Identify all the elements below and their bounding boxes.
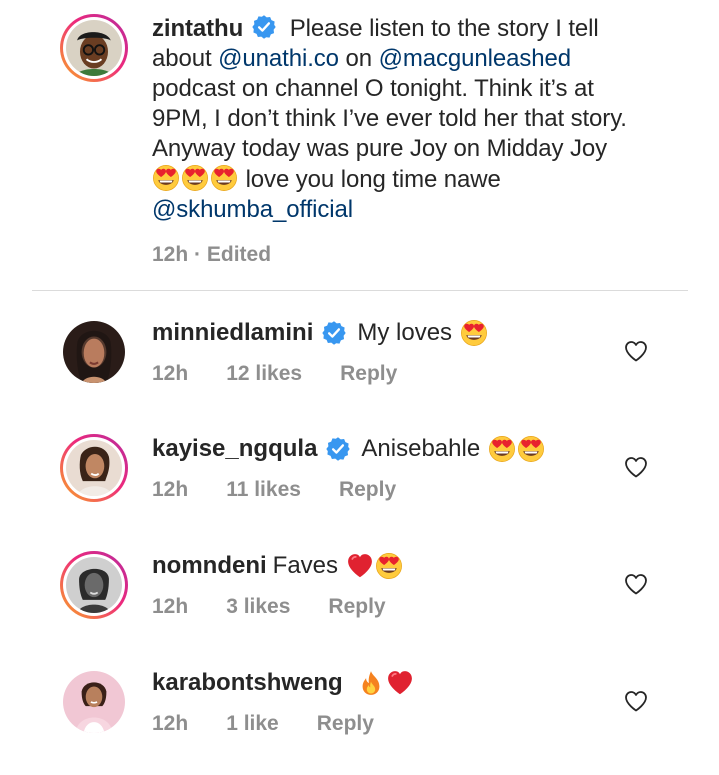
avatar-minniedlamini[interactable] [63, 321, 125, 383]
comment-line: kayise_ngqula Anisebahle [152, 434, 700, 464]
red-heart-emoji-icon [386, 669, 414, 697]
comment-actions: 12h 11 likes Reply [152, 478, 700, 502]
heart-outline-icon[interactable] [624, 573, 648, 595]
comment-likes[interactable]: 3 likes [226, 595, 290, 619]
comment-time: 12h [152, 478, 189, 501]
heart-eyes-emoji-icon [517, 435, 545, 463]
caption-text: zintathu Please listen to the story I te… [152, 14, 642, 225]
avatar-zintathu[interactable] [66, 20, 122, 76]
avatar-frame[interactable] [60, 668, 128, 736]
comment-actions: 12h 1 like Reply [152, 712, 700, 736]
comment-username[interactable]: kayise_ngqula [152, 434, 317, 464]
comment-item: kayise_ngqula Anisebahle 12h 11 likes Re… [60, 434, 700, 502]
story-ring[interactable] [60, 434, 128, 502]
caption-username[interactable]: zintathu [152, 15, 243, 42]
edited-label: Edited [206, 243, 272, 266]
comment-item: nomndeni Faves 12h 3 likes Reply [60, 551, 700, 619]
comment-username[interactable]: nomndeni [152, 551, 267, 581]
comment-username[interactable]: minniedlamini [152, 318, 313, 348]
caption-time: 12h [152, 243, 189, 266]
caption-text-part: on [345, 45, 373, 72]
caption-meta: 12h · Edited [152, 243, 642, 267]
caption-text-part: love you long time nawe [245, 166, 501, 193]
comment-line: nomndeni Faves [152, 551, 700, 581]
heart-eyes-emoji-icon [152, 164, 180, 192]
heart-eyes-emoji-icon [460, 319, 488, 347]
story-ring[interactable] [60, 14, 128, 82]
comment-likes[interactable]: 1 like [226, 712, 279, 736]
meta-separator: · [194, 243, 202, 266]
caption-text-part: podcast on channel O tonight. Think it’s… [152, 75, 627, 162]
comment-text: My loves [357, 319, 453, 346]
comment-time: 12h [152, 362, 189, 385]
heart-eyes-emoji-icon [181, 164, 209, 192]
reply-button[interactable]: Reply [317, 712, 374, 736]
comment-username[interactable]: karabontshweng [152, 668, 343, 698]
comment-time: 12h [152, 595, 189, 618]
heart-eyes-emoji-icon [488, 435, 516, 463]
comment-line: minniedlamini My loves [152, 318, 700, 348]
heart-outline-icon[interactable] [624, 456, 648, 478]
mention-link[interactable]: @skhumba_official [152, 196, 353, 223]
reply-button[interactable]: Reply [339, 478, 396, 502]
comment-time: 12h [152, 712, 189, 735]
fire-emoji-icon [357, 669, 385, 697]
avatar-frame[interactable] [60, 318, 128, 386]
verified-badge-icon [251, 14, 277, 40]
comment-line: karabontshweng [152, 668, 700, 698]
mention-link[interactable]: @unathi.co [218, 45, 339, 72]
heart-eyes-emoji-icon [375, 552, 403, 580]
heart-outline-icon[interactable] [624, 690, 648, 712]
comment-likes[interactable]: 12 likes [226, 362, 302, 386]
story-ring[interactable] [60, 551, 128, 619]
comment-actions: 12h 12 likes Reply [152, 362, 700, 386]
comment-item: minniedlamini My loves 12h 12 likes Repl… [60, 318, 700, 386]
divider [32, 290, 688, 291]
comment-likes[interactable]: 11 likes [226, 478, 301, 502]
post-caption: zintathu Please listen to the story I te… [60, 14, 700, 267]
heart-eyes-emoji-icon [210, 164, 238, 192]
mention-link[interactable]: @macgunleashed [379, 45, 572, 72]
red-heart-emoji-icon [346, 552, 374, 580]
reply-button[interactable]: Reply [340, 362, 397, 386]
comment-actions: 12h 3 likes Reply [152, 595, 700, 619]
reply-button[interactable]: Reply [328, 595, 385, 619]
heart-outline-icon[interactable] [624, 340, 648, 362]
avatar-kayise-ngqula[interactable] [66, 440, 122, 496]
verified-badge-icon [325, 436, 351, 462]
comment-text: Faves [272, 552, 339, 579]
verified-badge-icon [321, 320, 347, 346]
comment-item: karabontshweng 12h 1 like Reply [60, 668, 700, 736]
comment-text: Anisebahle [361, 435, 481, 462]
avatar-nomndeni[interactable] [66, 557, 122, 613]
avatar-karabontshweng[interactable] [63, 671, 125, 733]
